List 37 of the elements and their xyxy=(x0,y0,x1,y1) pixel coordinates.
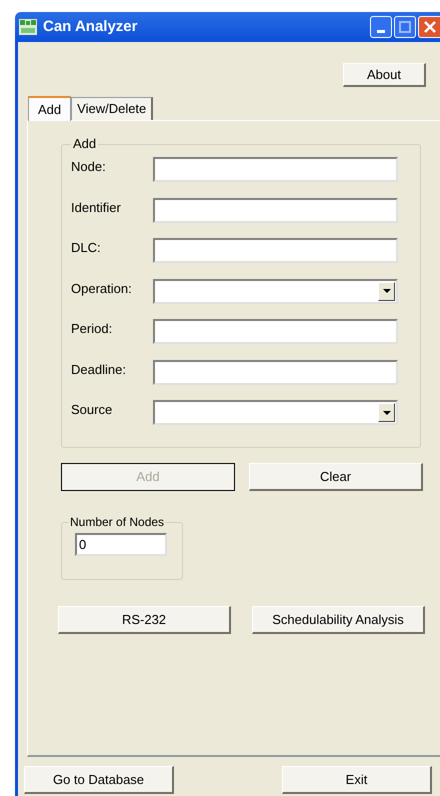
tab[interactable]: Add xyxy=(28,96,72,121)
dropdown-button[interactable] xyxy=(378,403,395,422)
field-label: Deadline: xyxy=(71,360,127,378)
dropdown[interactable] xyxy=(153,400,398,425)
field-label: DLC: xyxy=(71,239,102,256)
field-label: Identifier xyxy=(71,198,122,216)
input-field[interactable] xyxy=(153,198,398,222)
app-icon xyxy=(19,19,37,35)
dropdown-button[interactable] xyxy=(378,282,395,300)
group-title: Add xyxy=(72,137,98,151)
input-field[interactable] xyxy=(153,319,398,344)
window-title: Can Analyzer xyxy=(43,16,138,37)
clear-button[interactable]: Clear xyxy=(249,463,423,491)
exit-button[interactable]: Exit xyxy=(282,766,432,794)
minimize-icon xyxy=(377,30,385,33)
analysis-button[interactable]: Schedulability Analysis xyxy=(252,606,425,634)
node-count-field[interactable]: 0 xyxy=(75,533,167,556)
field-label: Node: xyxy=(71,158,107,175)
rs232-button[interactable]: RS-232 xyxy=(58,606,231,634)
input-field[interactable] xyxy=(153,157,398,182)
maximize-icon xyxy=(399,21,411,33)
field-label: Operation: xyxy=(71,280,133,296)
input-field[interactable] xyxy=(153,238,398,263)
field-label: Period: xyxy=(71,320,114,337)
about-button[interactable]: About xyxy=(343,63,426,87)
close-button[interactable] xyxy=(418,16,440,38)
database-button[interactable]: Go to Database xyxy=(24,766,174,794)
group-title: Number of Nodes xyxy=(69,515,166,529)
caret-icon xyxy=(382,410,390,414)
tab[interactable]: View/Delete xyxy=(71,97,154,120)
caret-icon xyxy=(382,289,390,293)
close-icon xyxy=(424,21,436,33)
input-field[interactable] xyxy=(153,360,398,384)
maximize-button[interactable] xyxy=(394,16,416,38)
field-label: Source xyxy=(71,401,114,418)
dropdown[interactable] xyxy=(153,278,398,304)
minimize-button[interactable] xyxy=(370,16,392,38)
